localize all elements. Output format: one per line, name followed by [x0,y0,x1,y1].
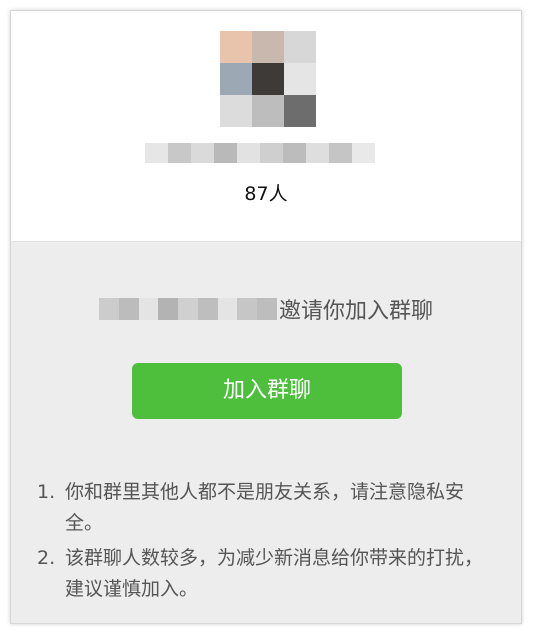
invite-text: 邀请你加入群聊 [278,299,433,324]
blur-pixel [138,298,159,320]
notice-item: 1. 你和群里其他人都不是朋友关系，请注意隐私安全。 [37,477,487,539]
blur-pixel [352,143,375,163]
notice-text: 你和群里其他人都不是朋友关系，请注意隐私安全。 [65,481,465,534]
blur-pixel [237,143,260,163]
group-avatar [220,31,316,127]
notice-text: 该群聊人数较多，为减少新消息给你带来的打扰，建议谨慎加入。 [65,547,484,600]
notice-list: 1. 你和群里其他人都不是朋友关系，请注意隐私安全。 2. 该群聊人数较多，为减… [37,477,487,609]
notice-number: 2. [37,547,56,569]
blur-pixel [168,143,191,163]
inviter-name-blurred [98,298,278,320]
blur-pixel [329,143,352,163]
notice-number: 1. [37,481,56,503]
blur-pixel [220,63,252,95]
blur-pixel [283,143,306,163]
blur-pixel [98,298,119,320]
blur-pixel [252,31,284,63]
blur-pixel [214,143,237,163]
group-name-blurred [145,143,375,163]
blur-pixel [118,298,139,320]
join-group-button[interactable]: 加入群聊 [132,363,402,419]
blur-pixel [284,63,316,95]
blur-pixel [220,95,252,127]
blur-pixel [257,298,278,320]
blur-pixel [284,95,316,127]
blur-pixel [306,143,329,163]
blur-pixel [158,298,179,320]
invite-message: 邀请你加入群聊 [11,293,521,325]
notice-item: 2. 该群聊人数较多，为减少新消息给你带来的打扰，建议谨慎加入。 [37,543,487,605]
blur-pixel [284,31,316,63]
blur-pixel [237,298,258,320]
blur-pixel [217,298,238,320]
blur-pixel [197,298,218,320]
blur-pixel [252,63,284,95]
blur-pixel [178,298,198,320]
blur-pixel [191,143,214,163]
group-invite-card: 87人 邀请你加入群聊 加入群聊 1. 你和群里其他人都不是朋友关系，请注意隐私… [10,10,522,624]
member-count: 87人 [244,183,288,205]
blur-pixel [220,31,252,63]
group-info-section: 87人 [11,11,521,242]
blur-pixel [260,143,283,163]
blur-pixel [145,143,168,163]
blur-pixel [252,95,284,127]
